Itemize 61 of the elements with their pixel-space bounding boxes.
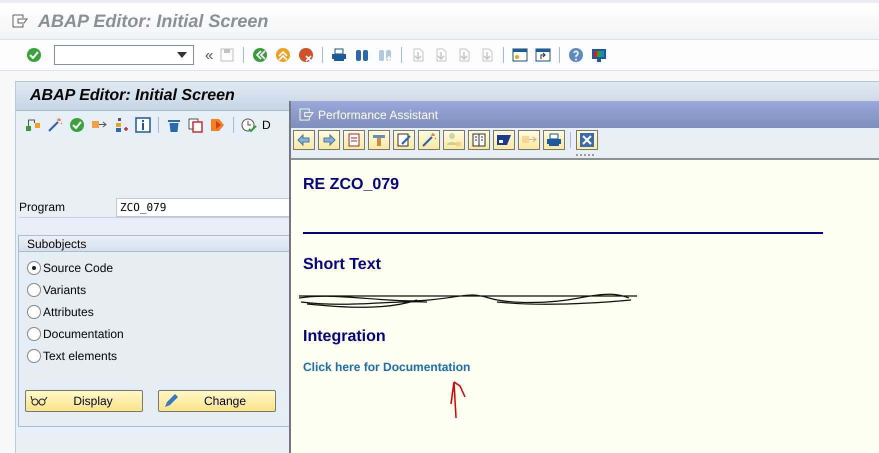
shortcut-icon[interactable]: [535, 47, 552, 63]
forward-arrow-button[interactable]: [318, 130, 340, 150]
check-icon[interactable]: [69, 117, 85, 133]
printer-button[interactable]: [543, 130, 565, 150]
window-title: ABAP Editor: Initial Screen: [38, 10, 268, 32]
display-button[interactable]: Display: [25, 390, 143, 412]
screen-title: ABAP Editor: Initial Screen: [30, 87, 235, 105]
document-title: RE ZCO_079: [303, 176, 400, 194]
wand-button[interactable]: [418, 130, 440, 150]
person-key-icon: [446, 132, 462, 148]
collapse-toggle[interactable]: «: [205, 46, 214, 64]
field-label: Program: [19, 200, 66, 214]
book-button[interactable]: [468, 130, 490, 150]
pencil-button[interactable]: [393, 130, 415, 150]
info-icon[interactable]: [135, 117, 151, 133]
section-heading: Integration: [303, 328, 387, 346]
section-heading: Short Text: [303, 256, 382, 274]
toolbar-label[interactable]: D: [262, 118, 271, 132]
command-field[interactable]: [54, 45, 194, 65]
close-button[interactable]: [576, 130, 598, 150]
book-icon: [471, 132, 487, 148]
check-icon[interactable]: [26, 47, 42, 63]
radio-button[interactable]: [27, 283, 41, 297]
window-icon[interactable]: [512, 47, 528, 63]
document-icon: [346, 132, 362, 148]
printer-icon[interactable]: [331, 47, 348, 63]
window-title: Performance Assistant: [318, 108, 438, 122]
help-icon[interactable]: [568, 47, 584, 63]
radio-button[interactable]: [27, 349, 41, 363]
wand-icon: [421, 132, 437, 148]
document-button[interactable]: [343, 130, 365, 150]
clock-check-icon[interactable]: [241, 117, 257, 133]
copy-icon[interactable]: [188, 117, 204, 133]
radio-label[interactable]: Source Code: [43, 261, 114, 275]
hierarchy-icon[interactable]: [25, 117, 41, 133]
change-button[interactable]: Change: [158, 390, 276, 412]
wand-icon[interactable]: [47, 117, 63, 133]
radio-button[interactable]: [27, 327, 41, 341]
back-arrow-icon: [296, 132, 312, 148]
radio-label[interactable]: Attributes: [43, 305, 94, 319]
printer-icon: [546, 132, 562, 148]
monitor-icon[interactable]: [591, 47, 608, 63]
back-button[interactable]: [293, 130, 315, 150]
radio-button[interactable]: [27, 261, 41, 275]
trash-icon[interactable]: [166, 117, 182, 133]
radio-label[interactable]: Text elements: [43, 349, 118, 363]
caret-icon: [177, 52, 187, 58]
documentation-link[interactable]: Click here for Documentation: [303, 360, 470, 374]
radio-button[interactable]: [27, 305, 41, 319]
pencil-icon: [163, 393, 179, 409]
pencil-icon: [396, 132, 412, 148]
tree-icon[interactable]: [113, 117, 129, 133]
screen-icon: [12, 14, 28, 28]
radio-label[interactable]: Documentation: [43, 327, 124, 341]
screen-icon: [299, 108, 314, 121]
close-icon: [579, 132, 595, 148]
radio-label[interactable]: Variants: [43, 283, 86, 297]
cancel-icon[interactable]: [298, 47, 314, 63]
glasses-icon: [30, 395, 48, 407]
binoculars-icon[interactable]: [354, 47, 370, 63]
forward-arrow-icon: [321, 132, 337, 148]
